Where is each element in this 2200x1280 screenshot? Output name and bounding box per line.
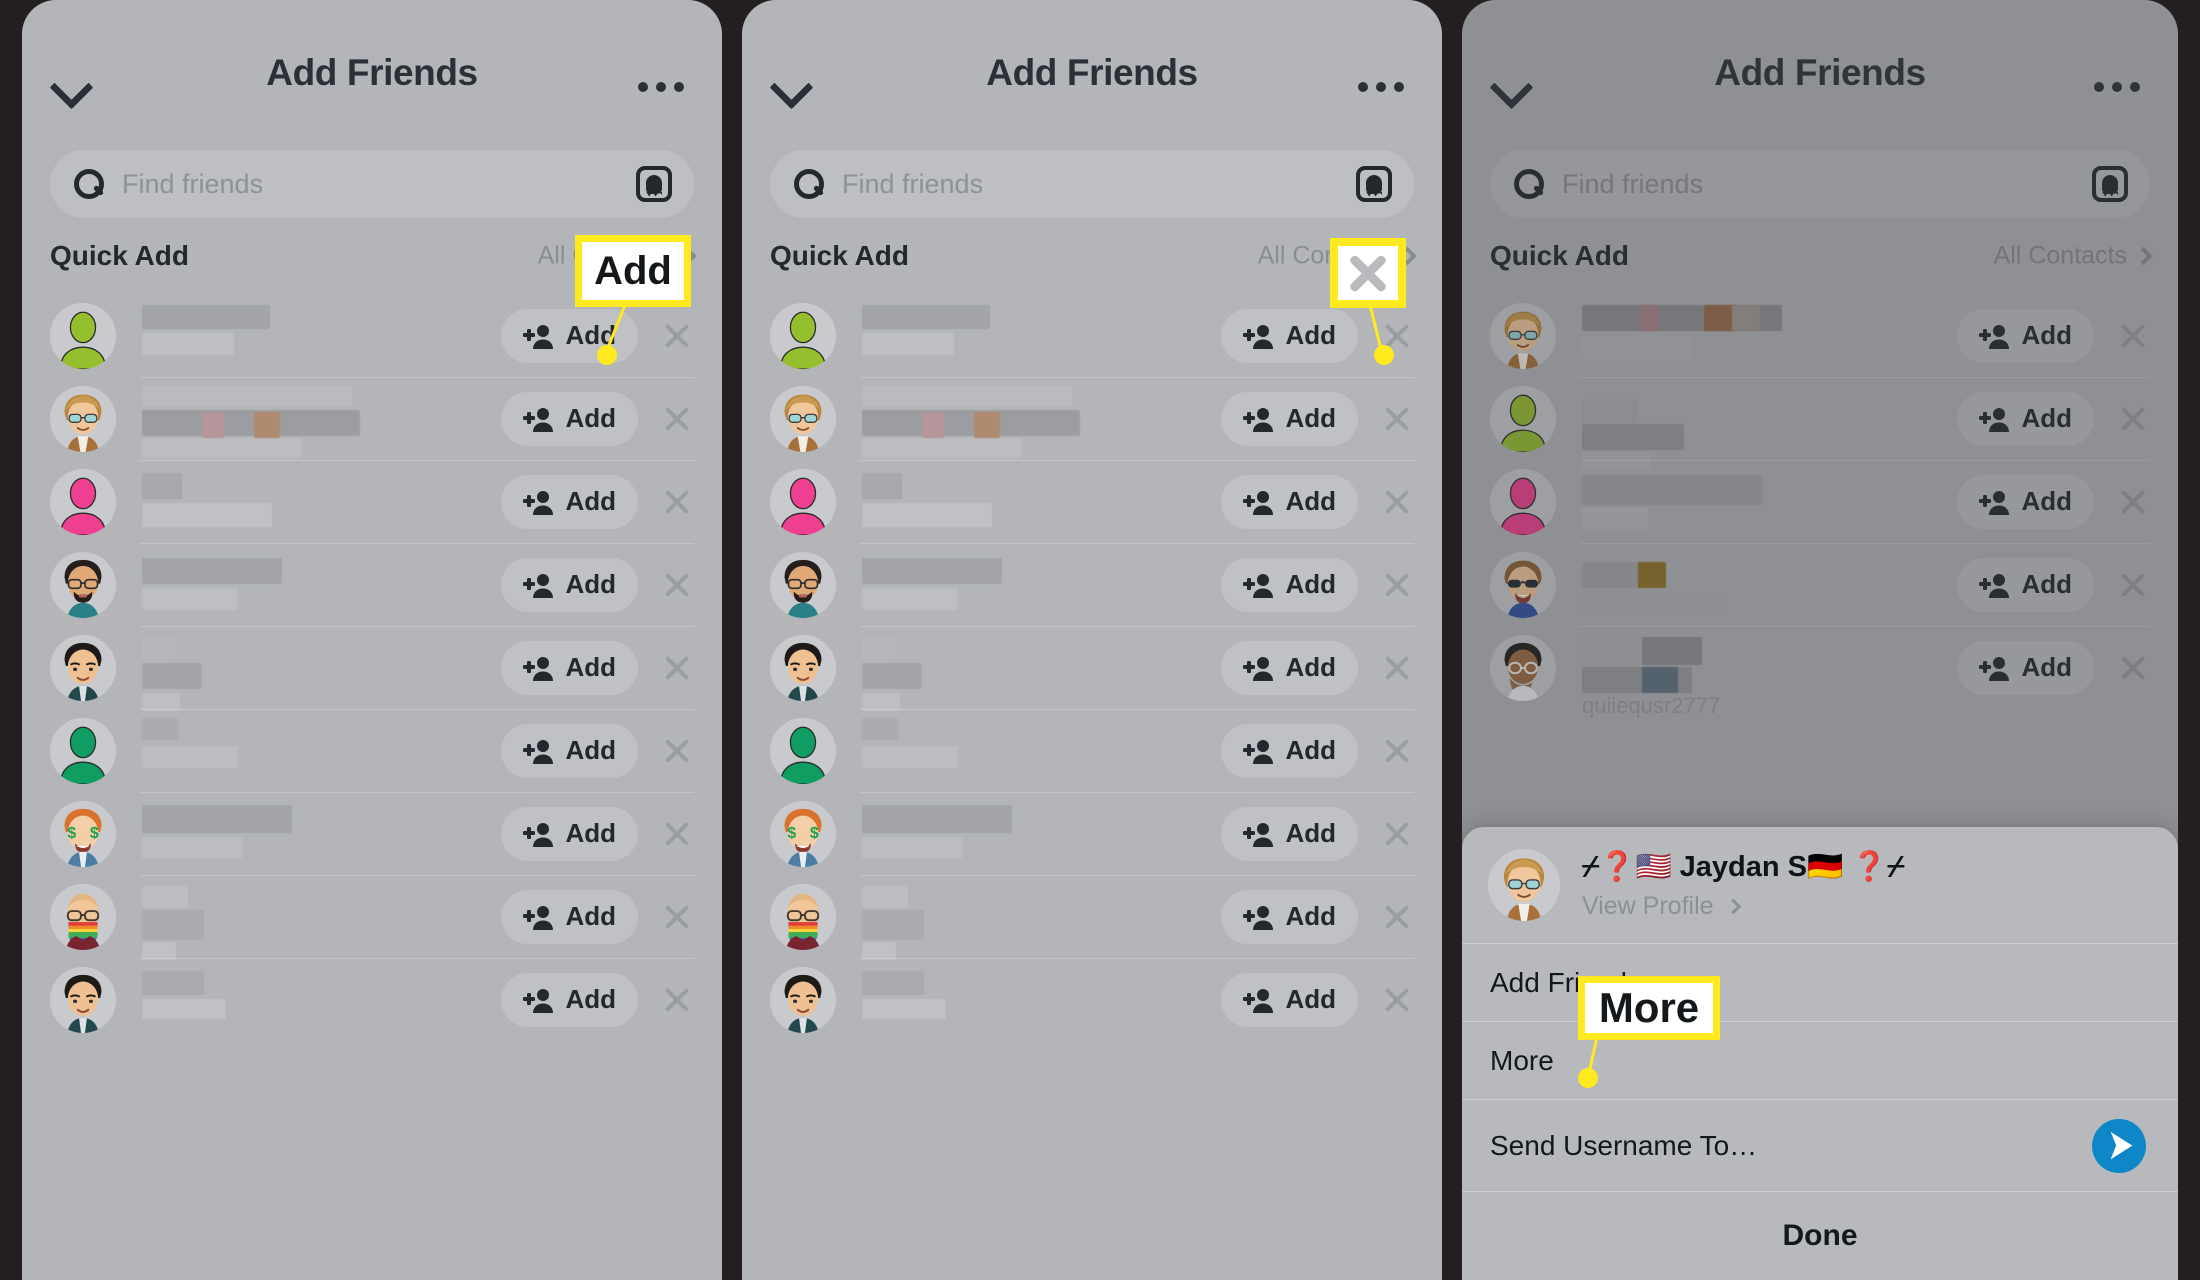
callout-more: More xyxy=(1578,976,1720,1040)
callout-add-label: Add xyxy=(594,248,672,293)
callout-anchor-dot-add xyxy=(597,345,617,365)
callout-close xyxy=(1330,238,1406,308)
callout-add: Add xyxy=(575,235,691,307)
screenshot-root: Add Friends Find friends Quick Add All C… xyxy=(0,0,2200,1280)
close-icon xyxy=(1345,250,1391,296)
callout-more-label: More xyxy=(1598,984,1700,1031)
callout-anchor-dot-more xyxy=(1578,1068,1598,1088)
callout-anchor-dot-close xyxy=(1374,345,1394,365)
callout-leader-lines xyxy=(603,304,1607,1079)
